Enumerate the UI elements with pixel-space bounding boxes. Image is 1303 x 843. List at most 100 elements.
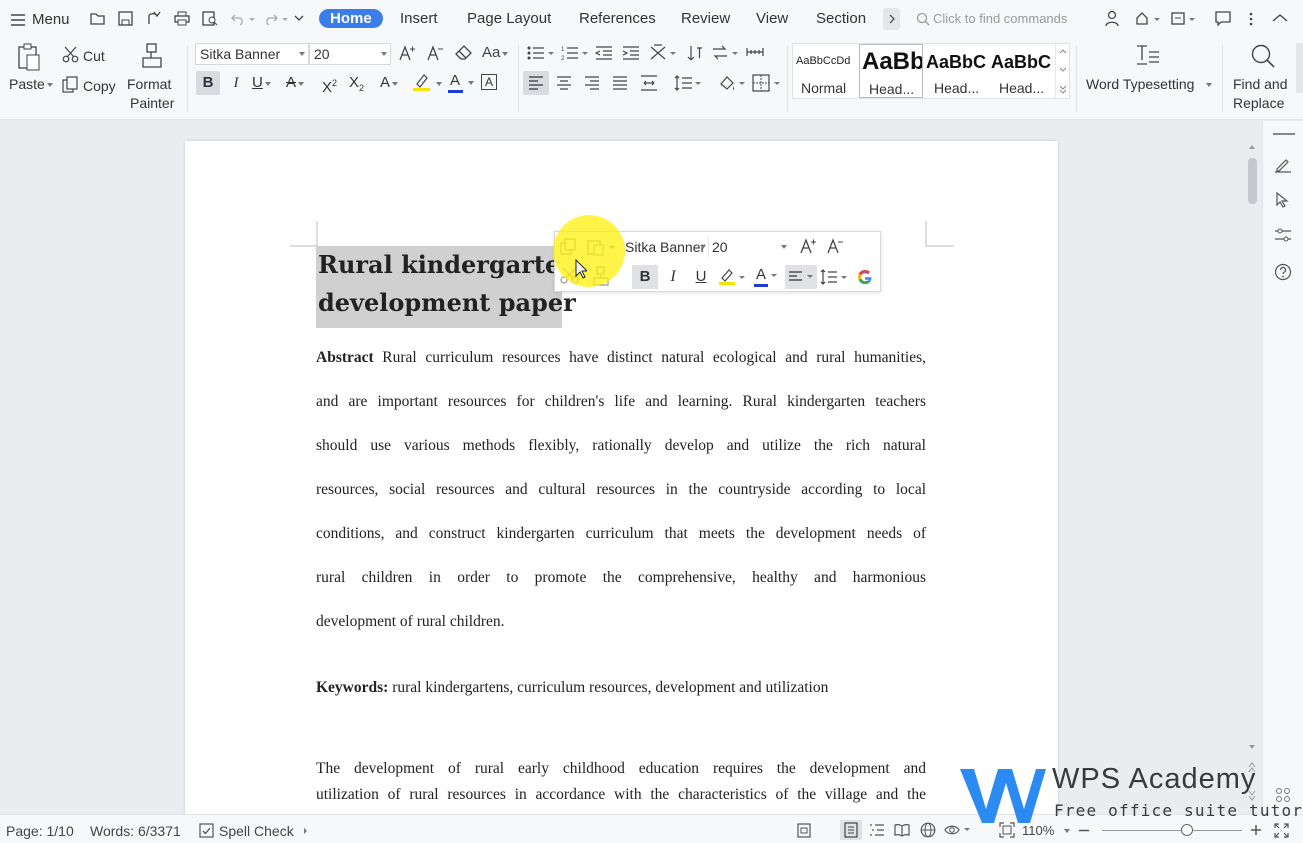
fullscreen-icon[interactable] <box>1274 823 1289 838</box>
settings-sliders-icon[interactable] <box>1274 227 1292 243</box>
borders-icon[interactable] <box>752 74 782 92</box>
collapse-ribbon-icon[interactable] <box>1272 13 1288 23</box>
mini-underline-button[interactable]: U <box>691 265 711 289</box>
scroll-thumb[interactable] <box>1248 158 1257 204</box>
distributed-align-icon[interactable] <box>640 74 658 92</box>
mini-italic-button[interactable]: I <box>663 265 683 289</box>
mini-size-select[interactable]: 20 <box>710 237 790 257</box>
text-direction-icon[interactable] <box>687 44 703 62</box>
eye-protection-icon[interactable] <box>944 823 972 837</box>
protect-document-icon[interactable] <box>797 823 811 838</box>
word-count[interactable]: Words: 6/3371 <box>90 823 181 839</box>
tab-page-layout[interactable]: Page Layout <box>467 10 551 27</box>
mini-grow-font-icon[interactable] <box>799 237 817 255</box>
reading-view-icon[interactable] <box>894 823 911 837</box>
tab-view[interactable]: View <box>756 10 788 27</box>
print-preview-icon[interactable] <box>202 11 218 26</box>
numbering-icon[interactable]: 12 <box>561 45 591 61</box>
line-break-icon[interactable] <box>712 44 740 62</box>
scroll-down-icon[interactable] <box>1247 743 1257 751</box>
strikethrough-button[interactable]: A <box>286 71 316 95</box>
show-marks-icon[interactable] <box>746 46 764 58</box>
underline-button[interactable]: U <box>252 71 282 95</box>
tab-home[interactable]: Home <box>319 9 383 28</box>
font-size-select[interactable]: 20 <box>309 43 391 65</box>
mini-line-spacing-icon[interactable] <box>820 268 850 286</box>
mini-highlight-button[interactable] <box>718 267 748 289</box>
decrease-indent-icon[interactable] <box>595 45 613 61</box>
scroll-up-icon[interactable] <box>1247 143 1257 151</box>
page-indicator[interactable]: Page: 1/10 <box>6 823 74 839</box>
tab-insert[interactable]: Insert <box>400 10 438 27</box>
mini-shrink-font-icon[interactable] <box>826 237 844 255</box>
font-color-button[interactable]: A <box>447 71 477 95</box>
outline-view-icon[interactable] <box>869 823 885 837</box>
change-case-button[interactable]: Aa <box>482 44 512 62</box>
bullets-icon[interactable] <box>527 45 557 61</box>
paste-button[interactable]: Paste <box>8 43 54 103</box>
customize-quick-access-icon[interactable] <box>294 15 304 23</box>
page-view-button[interactable] <box>840 820 862 840</box>
shrink-font-icon[interactable] <box>426 44 444 62</box>
mini-align-button[interactable] <box>785 265 817 289</box>
tab-review[interactable]: Review <box>681 10 730 27</box>
cut-button[interactable]: Cut <box>62 46 112 66</box>
find-replace-button[interactable]: Find and Replace <box>1228 43 1294 113</box>
cloud-sync-icon[interactable] <box>1135 10 1163 27</box>
zoom-out-icon[interactable] <box>1078 829 1090 832</box>
zoom-slider-thumb[interactable] <box>1181 824 1194 836</box>
tab-references[interactable]: References <box>579 10 656 27</box>
grow-font-icon[interactable] <box>398 44 416 62</box>
subscript-button[interactable]: X2 <box>349 71 371 95</box>
zoom-level-select[interactable]: 110% <box>1022 823 1072 839</box>
save-icon[interactable] <box>118 11 133 26</box>
print-icon[interactable] <box>174 11 190 26</box>
select-pointer-icon[interactable] <box>1275 191 1291 209</box>
mini-font-color-button[interactable]: A <box>754 265 782 289</box>
justify-icon[interactable] <box>612 75 628 91</box>
clear-formatting-icon[interactable] <box>455 45 473 61</box>
command-search[interactable]: Click to find commands <box>916 11 1096 29</box>
spell-check-button[interactable]: Spell Check <box>199 822 311 840</box>
history-icon[interactable] <box>1170 10 1198 27</box>
google-translate-icon[interactable] <box>856 268 874 286</box>
web-view-icon[interactable] <box>920 822 937 838</box>
more-options-icon[interactable] <box>1248 11 1254 27</box>
vertical-scrollbar[interactable] <box>1243 121 1262 814</box>
more-tabs-button[interactable] <box>883 8 900 30</box>
shading-icon[interactable] <box>718 74 746 92</box>
styles-scroll[interactable] <box>1055 44 1069 98</box>
align-left-button[interactable] <box>523 71 549 95</box>
chinese-layout-icon[interactable] <box>650 44 678 62</box>
italic-button[interactable]: I <box>224 71 248 95</box>
text-effects-button[interactable]: A <box>380 71 406 95</box>
redo-icon[interactable] <box>264 12 288 25</box>
align-right-icon[interactable] <box>584 75 600 91</box>
style-heading-1[interactable]: AaBb Head... <box>859 44 923 98</box>
copy-button[interactable]: Copy <box>62 76 122 96</box>
increase-indent-icon[interactable] <box>622 45 640 61</box>
tab-section[interactable]: Section <box>816 10 866 27</box>
superscript-button[interactable]: X2 <box>322 71 344 96</box>
ribbon-scroll-right[interactable] <box>1296 43 1303 93</box>
character-border-button[interactable]: A <box>481 74 497 90</box>
undo-icon[interactable] <box>231 12 255 25</box>
comment-icon[interactable] <box>1215 11 1231 26</box>
line-spacing-icon[interactable] <box>674 74 702 92</box>
word-typesetting-button[interactable]: Word Typesetting <box>1084 43 1214 103</box>
style-normal[interactable]: AaBbCcDd Normal <box>793 44 859 98</box>
font-family-select[interactable]: Sitka Banner <box>195 43 309 65</box>
mini-font-select[interactable]: Sitka Banner <box>621 237 709 257</box>
open-folder-icon[interactable] <box>90 11 106 26</box>
bold-button[interactable]: B <box>196 71 220 95</box>
align-center-icon[interactable] <box>556 75 572 91</box>
zoom-in-icon[interactable] <box>1250 824 1262 836</box>
format-painter-button[interactable]: Format Painter <box>124 43 180 113</box>
mini-bold-button[interactable]: B <box>632 265 658 289</box>
export-icon[interactable] <box>146 11 161 26</box>
help-icon[interactable] <box>1274 263 1292 281</box>
zoom-slider-track[interactable] <box>1102 830 1242 831</box>
style-heading-2[interactable]: AaBbC Head... <box>923 44 988 98</box>
highlight-button[interactable] <box>412 72 442 96</box>
style-heading-3[interactable]: AaBbC Head... <box>988 44 1054 98</box>
